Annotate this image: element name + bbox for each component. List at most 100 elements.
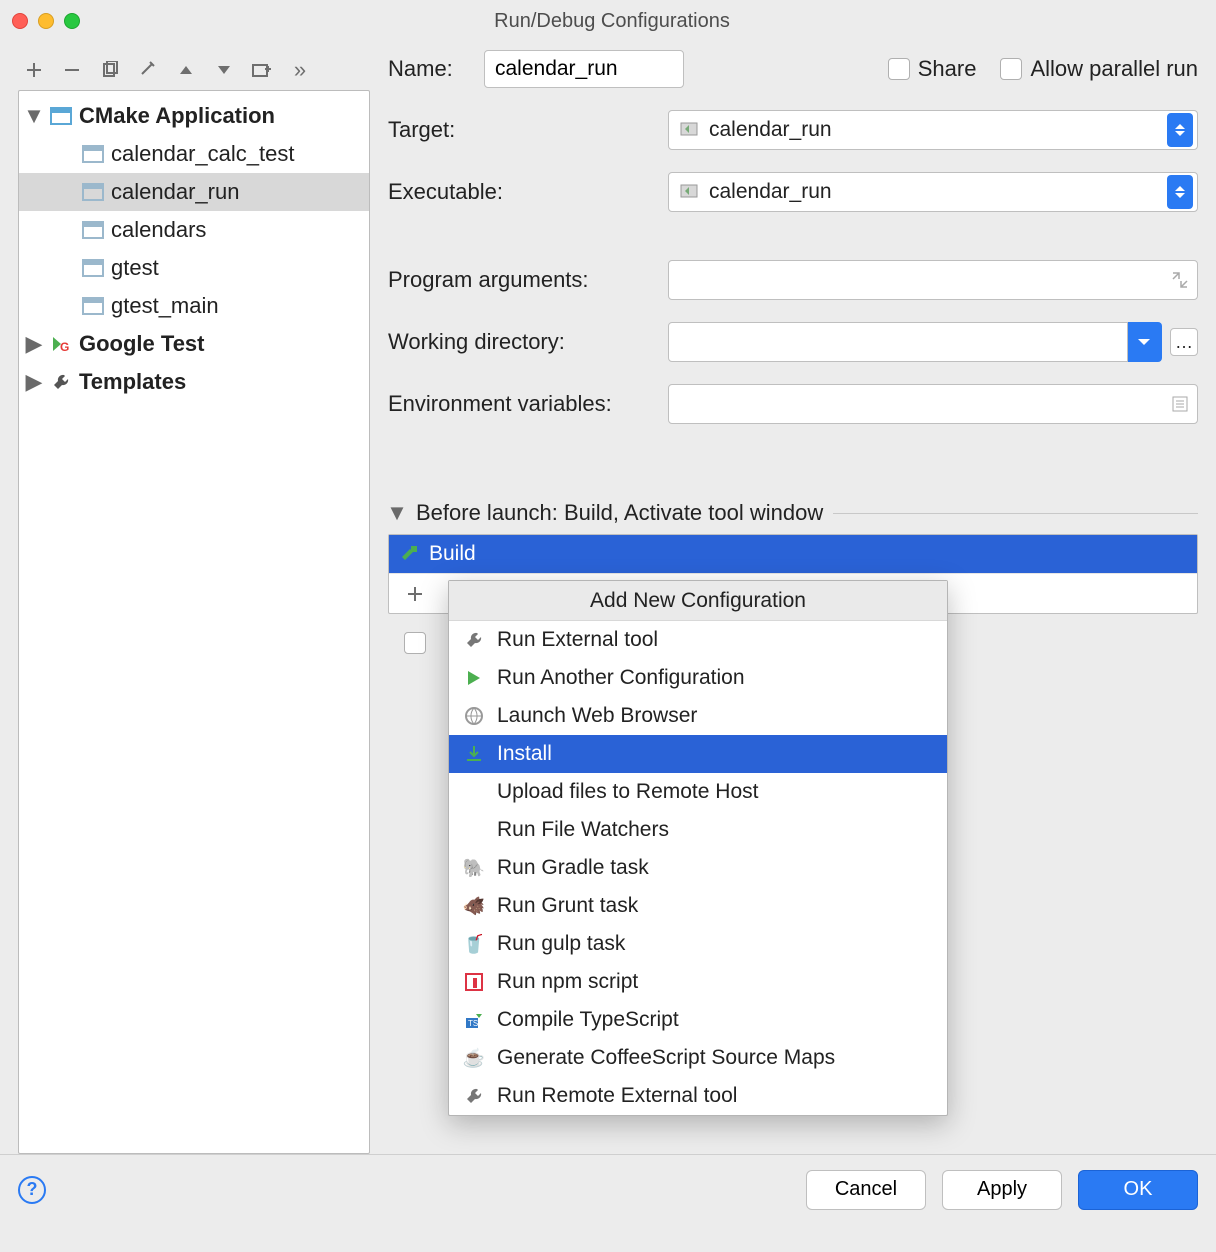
zoom-window-icon[interactable]: [64, 13, 80, 29]
titlebar: Run/Debug Configurations: [0, 0, 1216, 42]
add-config-button[interactable]: [22, 58, 46, 82]
popup-item-label: Run Gradle task: [497, 856, 649, 880]
ok-button[interactable]: OK: [1078, 1170, 1198, 1210]
apply-button[interactable]: Apply: [942, 1170, 1062, 1210]
tree-node-gtest[interactable]: gtest: [19, 249, 369, 287]
grunt-icon: 🐗: [463, 895, 485, 917]
popup-item-label: Compile TypeScript: [497, 1008, 679, 1032]
popup-item-label: Run Another Configuration: [497, 666, 745, 690]
wd-label: Working directory:: [388, 329, 668, 355]
tree-label: calendars: [111, 217, 206, 243]
tree-node-calendar-run[interactable]: calendar_run: [19, 173, 369, 211]
close-window-icon[interactable]: [12, 13, 28, 29]
more-button[interactable]: »: [288, 58, 312, 82]
edit-defaults-button[interactable]: [136, 58, 160, 82]
config-tree[interactable]: ▼ CMake Application calendar_calc_test c…: [18, 90, 370, 1154]
minimize-window-icon[interactable]: [38, 13, 54, 29]
popup-item-label: Generate CoffeeScript Source Maps: [497, 1046, 835, 1070]
popup-item-label: Run gulp task: [497, 932, 625, 956]
popup-item-generate-coffeescript-source-maps[interactable]: ☕ Generate CoffeeScript Source Maps: [449, 1039, 947, 1077]
config-toolbar: »: [18, 50, 370, 90]
wd-browse-button[interactable]: …: [1170, 328, 1198, 356]
coffee-icon: ☕: [463, 1047, 485, 1069]
svg-text:TS: TS: [468, 1019, 478, 1028]
tree-node-templates[interactable]: ▶ Templates: [19, 363, 369, 401]
popup-item-install[interactable]: Install: [449, 735, 947, 773]
dialog-footer: ? Cancel Apply OK: [0, 1154, 1216, 1224]
copy-config-button[interactable]: [98, 58, 122, 82]
wrench-icon: [463, 629, 485, 651]
move-up-button[interactable]: [174, 58, 198, 82]
globe-icon: [463, 705, 485, 727]
list-icon[interactable]: [1171, 395, 1189, 413]
popup-item-launch-web-browser[interactable]: Launch Web Browser: [449, 697, 947, 735]
tree-node-cmake-application[interactable]: ▼ CMake Application: [19, 97, 369, 135]
add-task-button[interactable]: [403, 582, 427, 606]
target-value: calendar_run: [709, 118, 1167, 142]
install-icon: [463, 743, 485, 765]
target-label: Target:: [388, 117, 668, 143]
name-label: Name:: [388, 56, 484, 82]
popup-item-run-grunt-task[interactable]: 🐗Run Grunt task: [449, 887, 947, 925]
parallel-checkbox[interactable]: Allow parallel run: [1000, 56, 1198, 82]
tree-node-google-test[interactable]: ▶ G Google Test: [19, 325, 369, 363]
help-button[interactable]: ?: [18, 1176, 46, 1204]
collapse-icon[interactable]: ▼: [388, 500, 406, 526]
cancel-button[interactable]: Cancel: [806, 1170, 926, 1210]
move-down-button[interactable]: [212, 58, 236, 82]
env-label: Environment variables:: [388, 391, 668, 417]
popup-item-label: Install: [497, 742, 552, 766]
popup-item-upload-files-to-remote-host[interactable]: Upload files to Remote Host: [449, 773, 947, 811]
remove-config-button[interactable]: [60, 58, 84, 82]
before-launch-section: ▼ Before launch: Build, Activate tool wi…: [388, 500, 1198, 654]
share-checkbox[interactable]: Share: [888, 56, 977, 82]
name-input[interactable]: [484, 50, 684, 88]
ts-icon: TS: [463, 1009, 485, 1031]
run-config-icon: [81, 218, 105, 242]
executable-select[interactable]: calendar_run: [668, 172, 1198, 212]
popup-item-run-gradle-task[interactable]: 🐘 Run Gradle task: [449, 849, 947, 887]
popup-item-run-another-configuration[interactable]: Run Another Configuration: [449, 659, 947, 697]
popup-title: Add New Configuration: [449, 581, 947, 621]
tree-label: gtest_main: [111, 293, 219, 319]
hidden-checkbox[interactable]: [404, 632, 426, 654]
popup-item-run-npm-script[interactable]: Run npm script: [449, 963, 947, 1001]
before-launch-label: Before launch: Build, Activate tool wind…: [416, 500, 823, 526]
wd-dropdown-button[interactable]: [1126, 322, 1162, 362]
blank-icon: [463, 819, 485, 841]
tree-label: Google Test: [79, 331, 205, 357]
popup-item-label: Run File Watchers: [497, 818, 669, 842]
window-title: Run/Debug Configurations: [80, 10, 1144, 33]
tree-label: gtest: [111, 255, 159, 281]
popup-item-run-remote-external-tool[interactable]: Run Remote External tool: [449, 1077, 947, 1115]
popup-item-run-gulp-task[interactable]: 🥤 Run gulp task: [449, 925, 947, 963]
args-label: Program arguments:: [388, 267, 668, 293]
tree-node-calendars[interactable]: calendars: [19, 211, 369, 249]
share-label: Share: [918, 56, 977, 82]
expand-icon[interactable]: [1171, 271, 1189, 289]
tree-node-calendar-calc-test[interactable]: calendar_calc_test: [19, 135, 369, 173]
args-input[interactable]: [668, 260, 1198, 300]
traffic-lights: [12, 13, 80, 29]
parallel-label: Allow parallel run: [1030, 56, 1198, 82]
env-input[interactable]: [668, 384, 1198, 424]
run-config-icon: [81, 180, 105, 204]
popup-item-run-external-tool[interactable]: Run External tool: [449, 621, 947, 659]
target-select[interactable]: calendar_run: [668, 110, 1198, 150]
run-config-icon: [81, 256, 105, 280]
popup-item-compile-typescript[interactable]: TS Compile TypeScript: [449, 1001, 947, 1039]
gulp-icon: 🥤: [463, 933, 485, 955]
collapse-icon: ▶: [25, 369, 43, 395]
hammer-icon: [399, 544, 419, 564]
google-test-icon: G: [49, 332, 73, 356]
wrench-icon: [49, 370, 73, 394]
gradle-icon: 🐘: [463, 857, 485, 879]
wd-input[interactable]: [668, 322, 1128, 362]
add-new-config-popup: Add New Configuration Run External tool R…: [448, 580, 948, 1116]
popup-item-run-file-watchers[interactable]: Run File Watchers: [449, 811, 947, 849]
folder-button[interactable]: [250, 58, 274, 82]
wrench-icon: [463, 1085, 485, 1107]
tree-node-gtest-main[interactable]: gtest_main: [19, 287, 369, 325]
build-task-row[interactable]: Build: [389, 535, 1197, 573]
popup-item-label: Launch Web Browser: [497, 704, 697, 728]
